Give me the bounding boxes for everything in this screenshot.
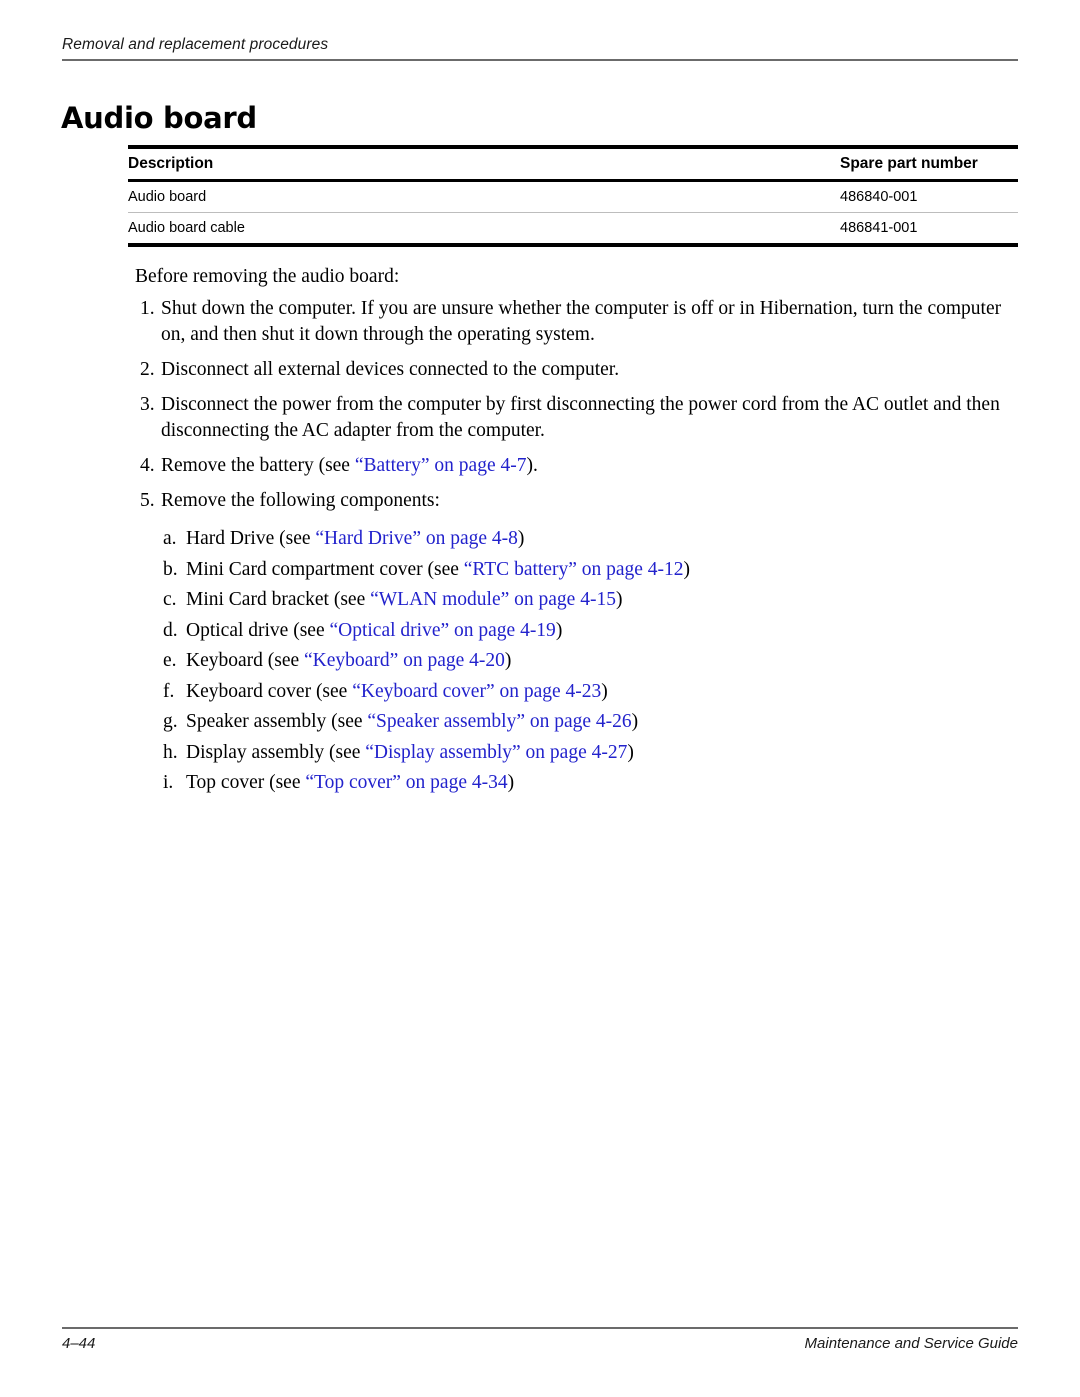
step-marker: 1. xyxy=(140,298,155,319)
list-item: g. Speaker assembly (see “Speaker assemb… xyxy=(163,709,1018,735)
substep-text: Keyboard (see “Keyboard” on page 4-20) xyxy=(186,648,1018,674)
table-row: Audio board cable 486841-001 xyxy=(128,212,1018,247)
list-item: 5. Remove the following components: xyxy=(140,488,1018,514)
list-item: 2. Disconnect all external devices conne… xyxy=(140,357,1018,383)
cell-description: Audio board cable xyxy=(128,212,840,247)
list-item: c. Mini Card bracket (see “WLAN module” … xyxy=(163,587,1018,613)
header-divider xyxy=(62,59,1018,61)
step-text-after: ). xyxy=(526,455,538,476)
table-header-row: Description Spare part number xyxy=(128,145,1018,182)
step-marker: 3. xyxy=(140,394,155,415)
step-marker: 2. xyxy=(140,359,155,380)
spare-parts-table: Description Spare part number Audio boar… xyxy=(128,145,1018,247)
substep-marker: i. xyxy=(163,772,174,793)
substep-marker: c. xyxy=(163,589,177,610)
substep-text-before: Optical drive (see xyxy=(186,619,330,641)
substep-text-before: Hard Drive (see xyxy=(186,528,316,549)
cross-reference-link-optical-drive[interactable]: “Optical drive” on page 4-19 xyxy=(329,620,555,641)
cross-reference-link-keyboard[interactable]: “Keyboard” on page 4-20 xyxy=(304,650,505,671)
substep-text: Display assembly (see “Display assembly”… xyxy=(186,740,1018,766)
substep-text-after: ) xyxy=(601,680,608,702)
substep-text-before: Keyboard (see xyxy=(186,650,305,671)
substep-marker: h. xyxy=(163,741,178,763)
substep-text-after: ) xyxy=(615,589,623,610)
list-item: a. Hard Drive (see “Hard Drive” on page … xyxy=(163,526,1018,552)
component-sub-list: a. Hard Drive (see “Hard Drive” on page … xyxy=(163,526,1018,796)
running-header-text: Removal and replacement procedures xyxy=(62,36,329,53)
list-item: 3. Disconnect the power from the compute… xyxy=(140,392,1018,444)
list-item: 1. Shut down the computer. If you are un… xyxy=(140,296,1018,348)
substep-text-before: Keyboard cover (see xyxy=(186,680,353,702)
cross-reference-link-display-assembly[interactable]: “Display assembly” on page 4-27 xyxy=(365,742,627,763)
column-header-spare-part-number: Spare part number xyxy=(840,145,1018,182)
page-footer: 4–44 Maintenance and Service Guide xyxy=(62,1327,1018,1352)
step-text-before: Remove the battery (see xyxy=(161,455,355,476)
step-text: Remove the following components: xyxy=(161,490,440,511)
cross-reference-link-wlan-module[interactable]: “WLAN module” on page 4-15 xyxy=(370,589,616,610)
cross-reference-link-hard-drive[interactable]: “Hard Drive” on page 4-8 xyxy=(315,528,518,549)
intro-paragraph: Before removing the audio board: xyxy=(135,266,400,287)
substep-text: Keyboard cover (see “Keyboard cover” on … xyxy=(186,679,1018,705)
substep-text-after: ) xyxy=(555,619,563,641)
cross-reference-link-speaker-assembly[interactable]: “Speaker assembly” on page 4-26 xyxy=(367,711,631,732)
footer-page-number: 4–44 xyxy=(62,1335,96,1352)
footer-guide-title: Maintenance and Service Guide xyxy=(804,1335,1018,1352)
substep-text-before: Speaker assembly (see xyxy=(186,711,368,732)
substep-text-after: ) xyxy=(504,650,512,671)
step-marker: 5. xyxy=(140,490,155,511)
substep-text: Mini Card bracket (see “WLAN module” on … xyxy=(186,587,1018,613)
substep-text-after: ) xyxy=(517,528,525,549)
step-marker: 4. xyxy=(140,455,155,476)
step-text: Disconnect the power from the computer b… xyxy=(161,394,1000,441)
list-item: b. Mini Card compartment cover (see “RTC… xyxy=(163,557,1018,583)
list-item: 4. Remove the battery (see “Battery” on … xyxy=(140,453,1018,479)
list-item: d. Optical drive (see “Optical drive” on… xyxy=(163,618,1018,644)
step-text: Remove the battery (see “Battery” on pag… xyxy=(161,453,1018,479)
substep-text-after: ) xyxy=(631,711,639,732)
step-text: Disconnect all external devices connecte… xyxy=(161,359,620,380)
substep-text: Optical drive (see “Optical drive” on pa… xyxy=(186,618,1018,644)
substep-text: Top cover (see “Top cover” on page 4-34) xyxy=(186,770,1018,796)
running-header: Removal and replacement procedures xyxy=(62,36,1018,61)
substep-text-after: ) xyxy=(627,741,634,763)
list-item: e. Keyboard (see “Keyboard” on page 4-20… xyxy=(163,648,1018,674)
cell-spare-part-number: 486840-001 xyxy=(840,189,918,205)
procedure-step-list: 1. Shut down the computer. If you are un… xyxy=(140,296,1018,801)
list-item: i. Top cover (see “Top cover” on page 4-… xyxy=(163,770,1018,796)
list-item: h. Display assembly (see “Display assemb… xyxy=(163,740,1018,766)
table-row: Audio board 486840-001 xyxy=(128,181,1018,213)
substep-marker: d. xyxy=(163,619,178,641)
substep-marker: f. xyxy=(163,680,175,702)
page-title: Audio board xyxy=(61,101,257,136)
substep-text-after: ) xyxy=(683,558,691,580)
substep-marker: g. xyxy=(163,711,178,732)
substep-text: Hard Drive (see “Hard Drive” on page 4-8… xyxy=(186,526,1018,552)
substep-marker: a. xyxy=(163,528,177,549)
substep-text-before: Top cover (see xyxy=(186,772,306,793)
substep-text-before: Display assembly (see xyxy=(186,741,366,763)
substep-text-after: ) xyxy=(507,772,515,793)
substep-text: Mini Card compartment cover (see “RTC ba… xyxy=(186,557,1018,583)
cross-reference-link-battery[interactable]: “Battery” on page 4-7 xyxy=(355,455,527,476)
substep-text: Speaker assembly (see “Speaker assembly”… xyxy=(186,709,1018,735)
document-page: Removal and replacement procedures Audio… xyxy=(0,0,1080,1397)
list-item: f. Keyboard cover (see “Keyboard cover” … xyxy=(163,679,1018,705)
cell-spare-part-number: 486841-001 xyxy=(840,212,1018,247)
substep-marker: e. xyxy=(163,650,177,671)
cross-reference-link-top-cover[interactable]: “Top cover” on page 4-34 xyxy=(305,772,507,793)
column-header-description: Description xyxy=(128,145,840,182)
cell-description: Audio board xyxy=(128,189,207,205)
footer-divider xyxy=(62,1327,1018,1329)
step-text: Shut down the computer. If you are unsur… xyxy=(161,298,1002,345)
substep-text-before: Mini Card bracket (see xyxy=(186,589,371,610)
substep-text-before: Mini Card compartment cover (see xyxy=(186,558,464,580)
cross-reference-link-keyboard-cover[interactable]: “Keyboard cover” on page 4-23 xyxy=(352,681,601,702)
substep-marker: b. xyxy=(163,558,178,580)
cross-reference-link-rtc-battery[interactable]: “RTC battery” on page 4-12 xyxy=(464,559,684,580)
